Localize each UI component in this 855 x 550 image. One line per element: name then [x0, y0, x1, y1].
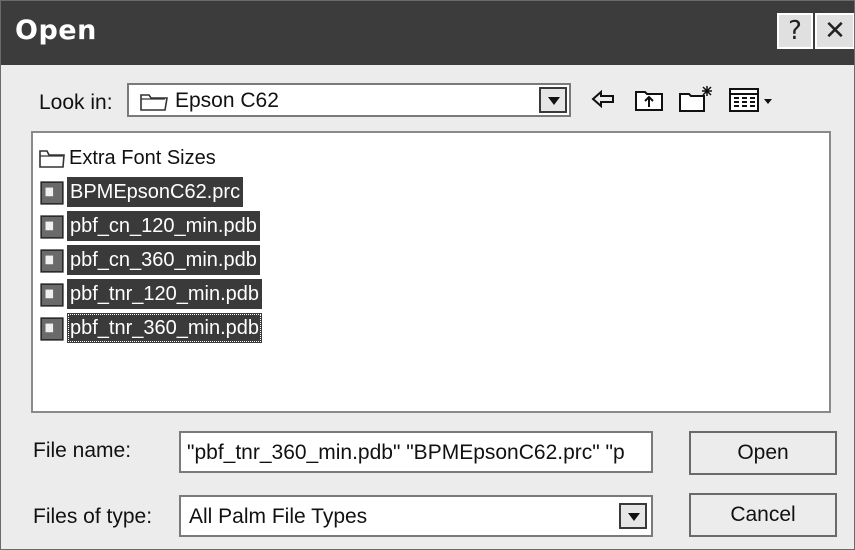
close-icon: ✕ — [824, 16, 846, 46]
dialog-title: Open — [15, 15, 97, 46]
file-type-dropdown-button[interactable] — [619, 503, 647, 529]
list-item-label: pbf_cn_120_min.pdb — [67, 211, 260, 241]
list-item-label: Extra Font Sizes — [69, 147, 216, 169]
chevron-down-icon — [628, 513, 640, 521]
list-item-label: pbf_cn_360_min.pdb — [67, 245, 260, 275]
create-new-folder-icon[interactable] — [677, 83, 715, 115]
look-in-combo[interactable]: Epson C62 — [127, 83, 571, 117]
palm-file-icon — [40, 283, 64, 307]
title-bar: Open ? ✕ — [1, 1, 854, 65]
file-type-select[interactable]: All Palm File Types — [179, 495, 653, 537]
cancel-button[interactable]: Cancel — [689, 493, 837, 537]
chevron-down-icon — [548, 97, 560, 105]
view-menu-icon[interactable] — [727, 83, 777, 115]
list-item-label: BPMEpsonC62.prc — [67, 177, 244, 207]
palm-file-icon — [40, 215, 64, 239]
open-button[interactable]: Open — [689, 431, 837, 475]
file-name-label: File name: — [33, 439, 132, 462]
list-item-label: pbf_tnr_360_min.pdb — [67, 313, 263, 343]
back-icon[interactable] — [589, 83, 617, 115]
folder-icon — [140, 94, 168, 111]
folder-icon — [39, 150, 65, 168]
close-button[interactable]: ✕ — [815, 13, 854, 49]
palm-file-icon — [40, 249, 64, 273]
look-in-label: Look in: — [39, 91, 113, 114]
help-icon: ? — [788, 16, 802, 46]
up-one-level-icon[interactable] — [633, 83, 665, 115]
file-list[interactable]: Extra Font Sizes BPMEpsonC62.prc pbf_cn_… — [31, 131, 831, 413]
look-in-value: Epson C62 — [175, 89, 279, 112]
file-type-label: Files of type: — [33, 505, 153, 528]
file-type-value: All Palm File Types — [189, 505, 368, 528]
palm-file-icon — [40, 181, 64, 205]
look-in-dropdown-button[interactable] — [539, 87, 567, 113]
palm-file-icon — [40, 317, 64, 341]
help-button[interactable]: ? — [777, 13, 813, 49]
open-dialog: Open ? ✕ Look in: Epson C62 Extra Font S… — [0, 0, 855, 550]
list-item-label: pbf_tnr_120_min.pdb — [67, 279, 263, 309]
file-name-input[interactable]: "pbf_tnr_360_min.pdb" "BPMEpsonC62.prc" … — [179, 431, 653, 473]
file-name-value: "pbf_tnr_360_min.pdb" "BPMEpsonC62.prc" … — [187, 441, 625, 464]
